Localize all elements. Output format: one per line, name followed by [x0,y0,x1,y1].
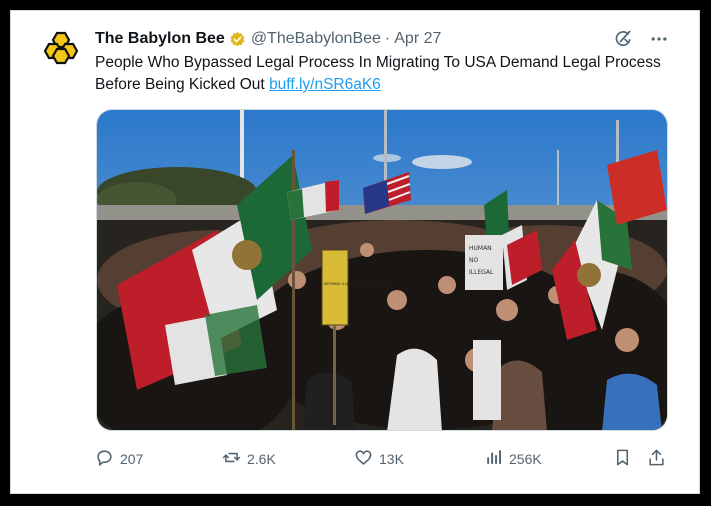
repost-count: 2.6K [247,451,276,467]
repost-icon [222,448,241,470]
share-icon [647,448,666,470]
repost-button[interactable]: 2.6K [222,448,276,470]
views-count: 256K [509,451,542,467]
bookmark-icon [613,448,632,470]
tweet-actions: 207 2.6K 13K 256K [95,448,669,470]
tweet-text: People Who Bypassed Legal Process In Mig… [95,52,665,96]
reply-button[interactable]: 207 [95,448,143,470]
reply-count: 207 [120,451,144,467]
tweet-link[interactable]: buff.ly/nSR6aK6 [269,76,381,93]
like-count: 13K [379,451,404,467]
like-button[interactable]: 13K [354,448,404,470]
reply-icon [95,448,114,470]
tweet-media-image[interactable]: HUMAN NO ILLEGAL NOTHING ILLEGAL ABOUT B… [96,109,668,431]
tweet-header: The Babylon Bee @TheBabylonBee · Apr 27 [95,28,441,50]
bookmark-button[interactable] [613,448,632,470]
header-separator: · [384,30,391,47]
author-handle[interactable]: @TheBabylonBee [251,30,381,48]
author-name[interactable]: The Babylon Bee [95,30,225,48]
tweet-card[interactable]: The Babylon Bee @TheBabylonBee · Apr 27 … [10,10,700,494]
views-icon [484,448,503,470]
tweet-date[interactable]: Apr 27 [394,30,441,48]
views-button[interactable]: 256K [484,448,542,470]
grok-icon[interactable] [613,29,633,49]
bee-logo-icon[interactable] [43,28,83,68]
more-options-icon[interactable] [649,29,669,49]
heart-icon [354,448,373,470]
share-button[interactable] [647,448,666,470]
verified-badge-icon [229,31,246,48]
